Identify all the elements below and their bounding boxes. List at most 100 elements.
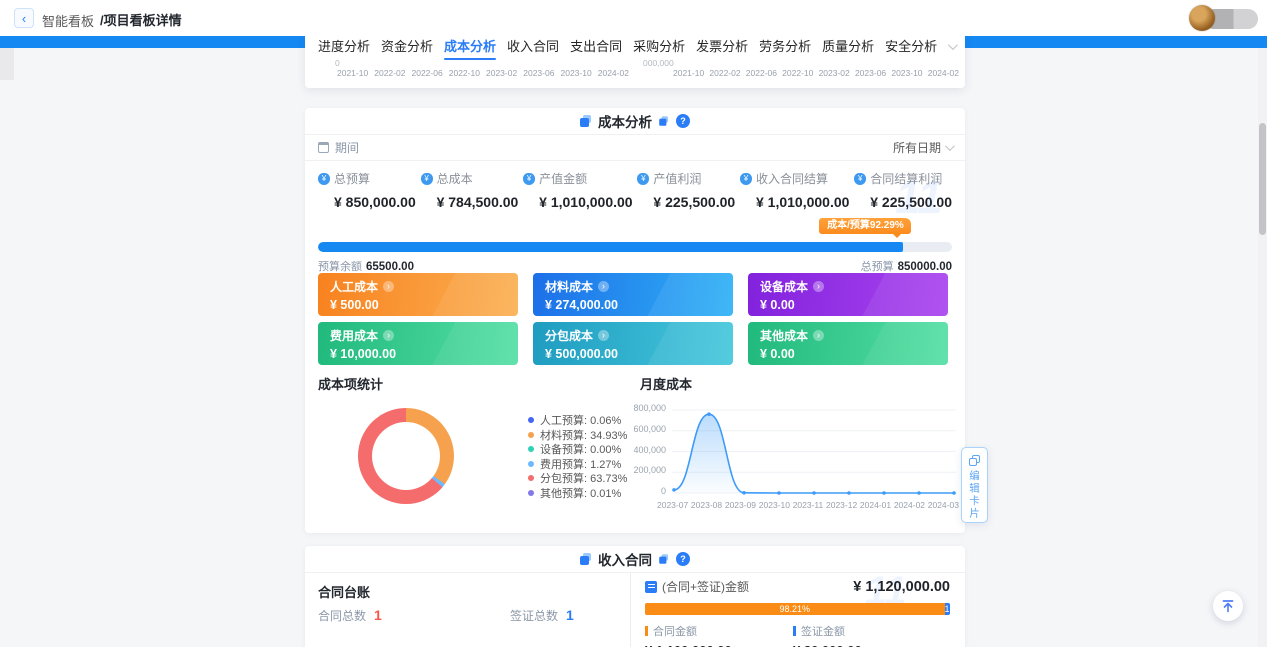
cost-card-material[interactable]: 材料成本› ¥ 274,000.00 (533, 273, 733, 316)
tab-procurement-analysis[interactable]: 采购分析 (633, 33, 685, 60)
line-chart-y-axis: 800,000600,000400,000200,0000 (610, 404, 666, 508)
contract-count: 合同总数1 (318, 607, 382, 625)
legend-dot-icon (528, 432, 534, 438)
stat-output-amount: 产值金额 ¥ 1,010,000.00 (523, 170, 632, 210)
help-icon[interactable]: ? (676, 552, 690, 566)
divider (630, 573, 631, 647)
money-bag-icon (854, 173, 866, 185)
money-bag-icon (421, 173, 433, 185)
stat-total-cost: 总成本 ¥ 784,500.00 (421, 170, 519, 210)
cost-donut-chart (358, 408, 454, 504)
scrollbar-thumb[interactable] (1259, 123, 1266, 235)
back-button[interactable]: ‹ (14, 8, 34, 28)
top-header: ‹ 智能看板 /项目看板详情 (0, 0, 1267, 36)
analysis-tabs-card: 进度分析 资金分析 成本分析 收入合同 支出合同 采购分析 发票分析 劳务分析 … (305, 33, 965, 88)
legend-dot-icon (528, 417, 534, 423)
breadcrumb-current: /项目看板详情 (100, 10, 182, 29)
stat-income-settlement: 收入合同结算 ¥ 1,010,000.00 (740, 170, 849, 210)
back-to-top-button[interactable] (1213, 591, 1243, 621)
contract-stacked-bar: 98.21% 1.79% (645, 603, 950, 615)
money-bag-icon (318, 173, 330, 185)
legend-dot-icon (528, 446, 534, 452)
calendar-icon (318, 142, 329, 153)
cost-section-title: 成本分析 (598, 111, 652, 131)
clipped-chart-x-axis: 2021-102022-022022-062022-102023-022023-… (673, 68, 959, 80)
chart-squares-icon (580, 553, 592, 565)
stat-settlement-profit: 合同结算利润 ¥ 225,500.00 (854, 170, 952, 210)
contract-amount-panel: (合同+签证)金额 ¥ 1,120,000.00 98.21% 1.79% 合同… (645, 578, 950, 647)
tab-income-contract[interactable]: 收入合同 (507, 33, 559, 60)
total-amount-value: ¥ 1,120,000.00 (853, 579, 950, 595)
tab-invoice-analysis[interactable]: 发票分析 (696, 33, 748, 60)
help-icon[interactable]: ? (676, 114, 690, 128)
arrow-right-icon: › (383, 281, 394, 292)
money-bag-icon (523, 173, 535, 185)
legend-dot-icon (528, 475, 534, 481)
legend-bar-icon (793, 626, 796, 636)
tab-expense-contract[interactable]: 支出合同 (570, 33, 622, 60)
cards-icon (969, 455, 980, 466)
budget-total: 总预算850000.00 (861, 258, 952, 274)
budget-progress: 成本/预算92.29% 预算余额65500.00 总预算850000.00 (318, 216, 952, 276)
cost-section-title-row: 成本分析 ? (305, 108, 965, 135)
user-avatar[interactable] (1189, 5, 1215, 31)
copy-icon (659, 116, 669, 126)
breadcrumb-root[interactable]: 智能看板 (42, 11, 94, 30)
cost-card-expense[interactable]: 费用成本› ¥ 10,000.00 (318, 322, 518, 365)
income-section-title-row: 收入合同 ? (305, 546, 965, 573)
arrow-right-icon: › (383, 330, 394, 341)
cost-cards-grid: 人工成本› ¥ 500.00 材料成本› ¥ 274,000.00 设备成本› … (318, 273, 948, 365)
legend-dot-icon (528, 461, 534, 467)
cost-analysis-card: 成本分析 ? 期间 所有日期 总预算 ¥ 850,000.00 总成本 ¥ 78… (305, 108, 965, 533)
arrow-right-icon: › (813, 281, 824, 292)
visa-count: 签证总数1 (510, 607, 574, 625)
arrow-right-icon: › (813, 330, 824, 341)
copy-icon (659, 554, 669, 564)
left-gutter (0, 48, 14, 80)
money-bag-icon (637, 173, 649, 185)
clipped-axis-label: 000,000 (643, 58, 674, 68)
tab-labor-analysis[interactable]: 劳务分析 (759, 33, 811, 60)
tabs-row: 进度分析 资金分析 成本分析 收入合同 支出合同 采购分析 发票分析 劳务分析 … (305, 33, 965, 60)
cost-card-equipment[interactable]: 设备成本› ¥ 0.00 (748, 273, 948, 316)
stat-total-budget: 总预算 ¥ 850,000.00 (318, 170, 416, 210)
budget-remaining: 预算余额65500.00 (318, 258, 414, 274)
total-amount-label: (合同+签证)金额 (662, 578, 749, 595)
to-top-icon (1221, 599, 1235, 613)
ledger-title: 合同台账 (318, 582, 370, 601)
chevron-down-icon[interactable] (948, 43, 955, 50)
clipped-chart-x-axis: 2021-102022-022022-062022-102023-022023-… (337, 68, 629, 80)
chevron-down-icon (945, 141, 955, 151)
monthly-cost-line-chart (668, 402, 960, 498)
tab-cost-analysis[interactable]: 成本分析 (444, 33, 496, 60)
budget-progress-bar (318, 242, 952, 252)
cost-budget-ratio-badge: 成本/预算92.29% (819, 218, 911, 234)
edit-cards-button[interactable]: 编辑卡片 (961, 447, 988, 523)
tab-progress-analysis[interactable]: 进度分析 (318, 33, 370, 60)
legend-dot-icon (528, 490, 534, 496)
budget-progress-fill (318, 242, 903, 252)
period-label: 期间 (335, 139, 359, 156)
stat-output-profit: 产值利润 ¥ 225,500.00 (637, 170, 735, 210)
arrow-right-icon: › (598, 330, 609, 341)
date-filter-dropdown[interactable]: 所有日期 (893, 139, 952, 156)
arrow-right-icon: › (598, 281, 609, 292)
donut-chart-title: 成本项统计 (318, 374, 383, 393)
cost-stats-row: 总预算 ¥ 850,000.00 总成本 ¥ 784,500.00 产值金额 ¥… (318, 170, 952, 210)
cost-card-other[interactable]: 其他成本› ¥ 0.00 (748, 322, 948, 365)
line-chart-x-axis: 2023-072023-082023-092023-102023-112023-… (657, 500, 959, 510)
legend-contract-amount: 合同金额 (645, 623, 793, 639)
cost-card-subcontract[interactable]: 分包成本› ¥ 500,000.00 (533, 322, 733, 365)
legend-bar-icon (645, 626, 648, 636)
tab-quality-analysis[interactable]: 质量分析 (822, 33, 874, 60)
legend-visa-amount: 签证金额 (793, 623, 941, 639)
tab-capital-analysis[interactable]: 资金分析 (381, 33, 433, 60)
visa-amount-value: ¥ 20,000.00 (793, 643, 941, 647)
cost-card-labor[interactable]: 人工成本› ¥ 500.00 (318, 273, 518, 316)
period-filter-row: 期间 所有日期 (305, 135, 965, 161)
line-chart-title: 月度成本 (640, 374, 692, 393)
contract-amount-segment: 98.21% (645, 603, 945, 615)
income-section-title: 收入合同 (598, 549, 652, 569)
clipped-axis-label: 0 (335, 58, 340, 68)
tab-safety-analysis[interactable]: 安全分析 (885, 33, 937, 60)
